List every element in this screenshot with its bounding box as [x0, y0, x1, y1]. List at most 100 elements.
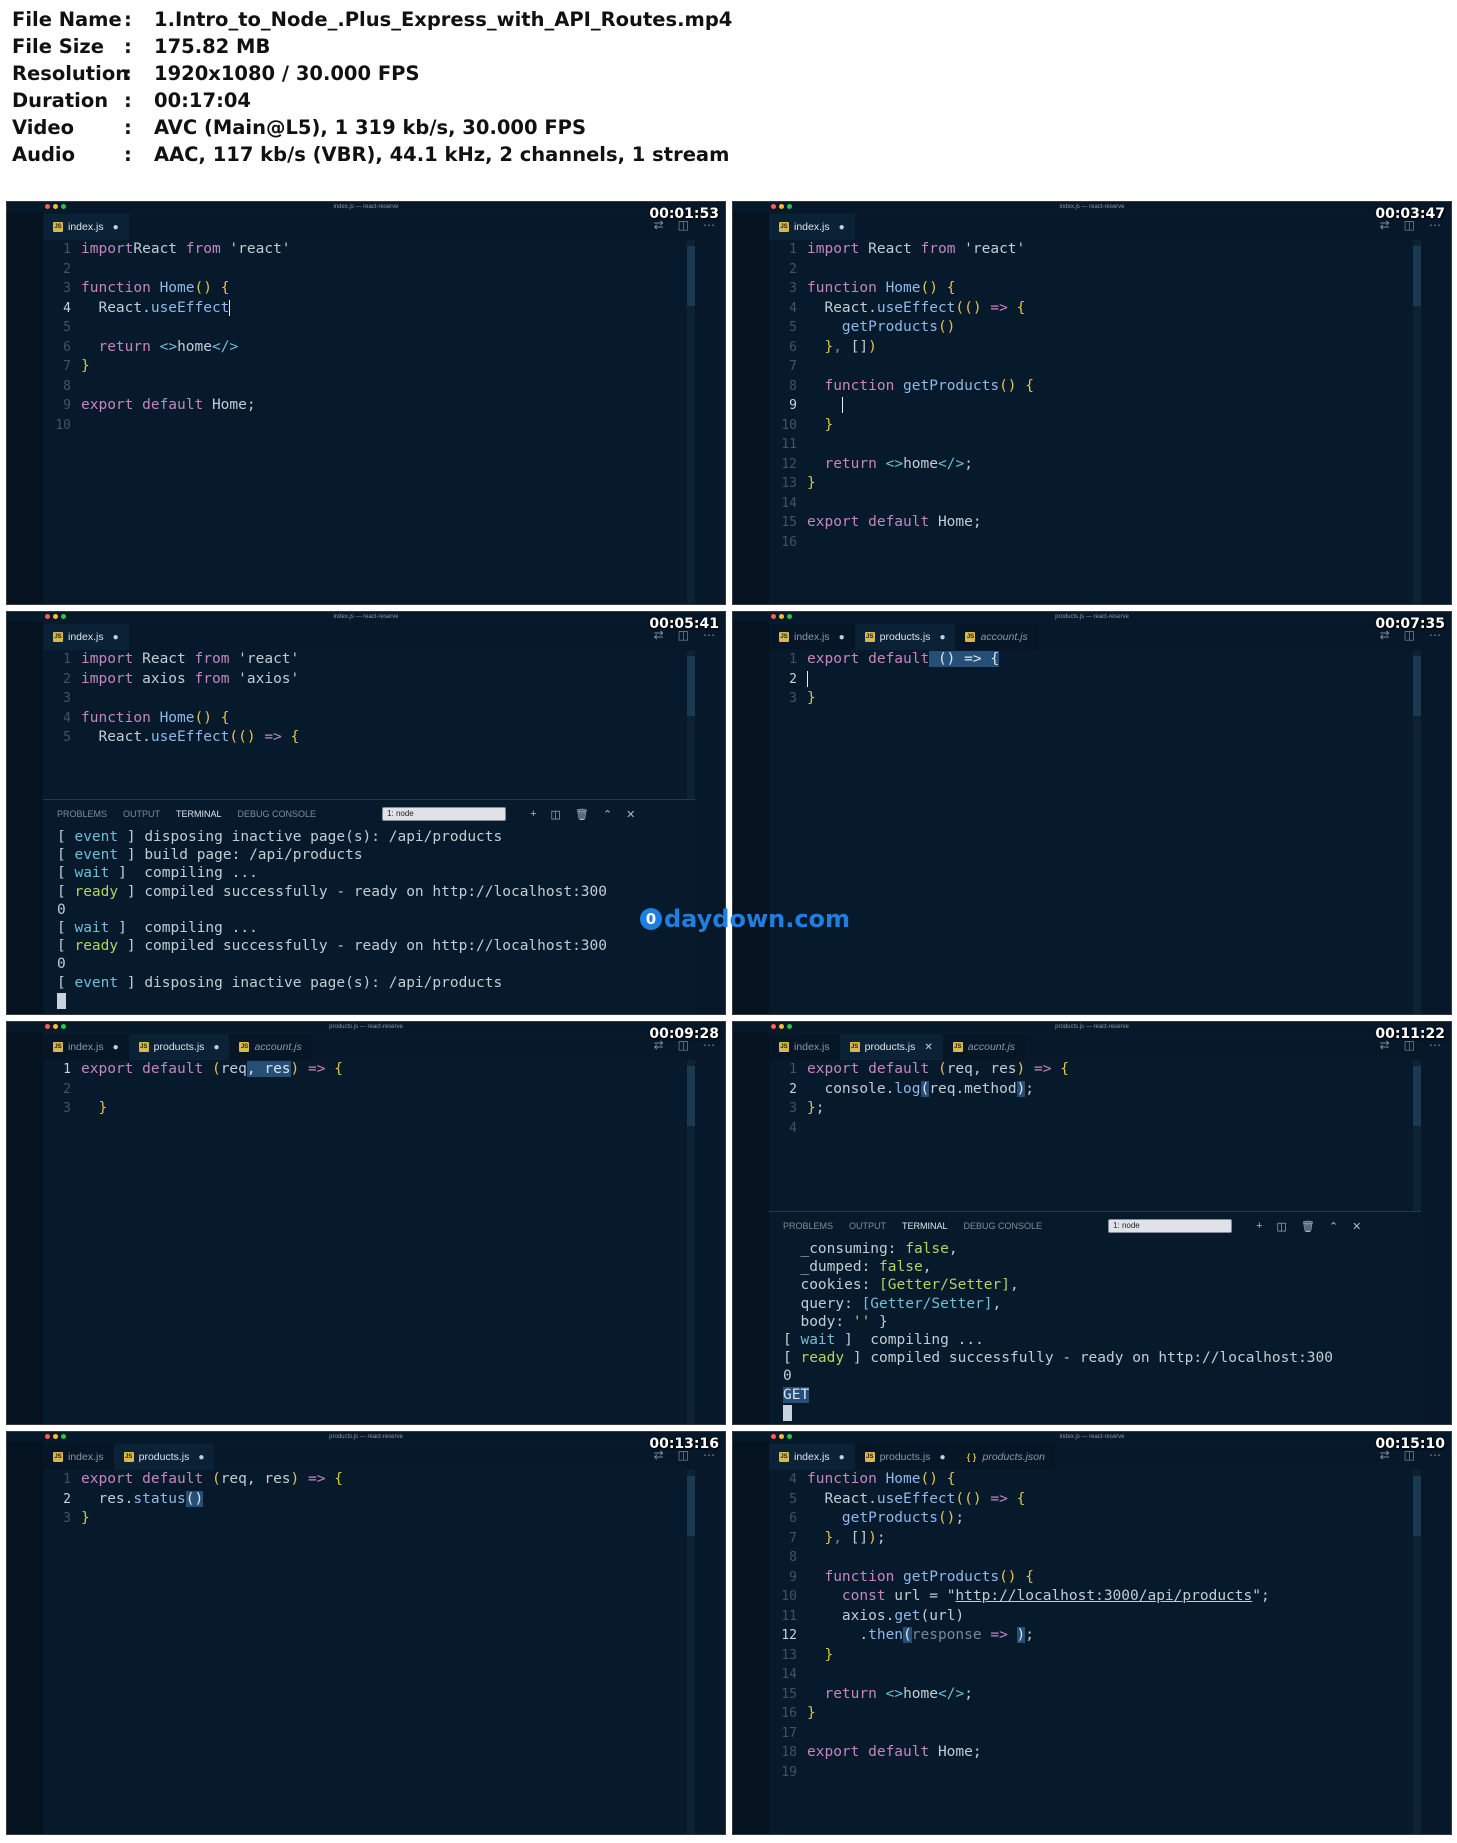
panel-tab[interactable]: DEBUG CONSOLE [964, 1221, 1043, 1231]
code-token: home [903, 1685, 938, 1702]
split-terminal-icon[interactable]: ◫ [551, 808, 561, 821]
code-token: ) [972, 1490, 982, 1507]
trash-icon[interactable]: 🗑 [575, 808, 589, 821]
terminal-select[interactable]: 1: node [1108, 1219, 1233, 1233]
terminal-token: '' [852, 1313, 871, 1330]
code-token: { [1025, 377, 1035, 394]
minimap[interactable] [695, 650, 725, 1014]
editor-tab[interactable]: JS products.js ✕ [839, 1034, 943, 1060]
editor-tab[interactable]: JS index.js ● [43, 1034, 129, 1060]
scrollbar-thumb[interactable] [687, 1476, 695, 1536]
panel-tab[interactable]: OUTPUT [123, 809, 160, 819]
code-token: ) [1016, 1627, 1026, 1643]
code-token: console. [807, 1080, 895, 1097]
terminal-output[interactable]: [ event ] disposing inactive page(s): /a… [43, 828, 695, 1010]
editor-tab-bar: JS index.js ● [43, 624, 725, 650]
code-editor[interactable]: 1 export default () => {2 3} [769, 650, 1421, 1014]
editor-scrollbar[interactable] [1413, 650, 1421, 1014]
editor-tab[interactable]: JS account.js [955, 624, 1038, 650]
code-text: }, []) [807, 338, 876, 358]
minimap[interactable] [695, 1060, 725, 1424]
line-number: 9 [789, 398, 797, 413]
code-token: , res [246, 1061, 291, 1077]
scrollbar-thumb[interactable] [1413, 1066, 1421, 1126]
code-text: } [807, 1704, 816, 1724]
code-editor[interactable]: 1 export default (req, res) => {2 res.sta… [43, 1470, 695, 1834]
new-terminal-icon[interactable]: + [1256, 1220, 1262, 1233]
editor-tab[interactable]: JS account.js [942, 1034, 1026, 1060]
activity-bar [7, 1442, 43, 1834]
minimap[interactable] [1421, 240, 1451, 604]
editor-tab[interactable]: JS products.js ● [854, 1444, 956, 1470]
watermark-logo-icon: 0 [640, 908, 662, 930]
editor-tab[interactable]: JS index.js ● [43, 624, 129, 650]
scrollbar-thumb[interactable] [687, 246, 695, 306]
file-info-separator: : [124, 62, 132, 85]
close-tab-icon[interactable]: ✕ [924, 1042, 932, 1053]
code-editor[interactable]: 1 import React from 'react' 2 3 function Hom… [769, 240, 1421, 604]
editor-scrollbar[interactable] [1413, 1470, 1421, 1834]
panel-tab[interactable]: OUTPUT [849, 1221, 886, 1231]
split-terminal-icon[interactable]: ◫ [1277, 1220, 1287, 1233]
code-editor[interactable]: 1 importReact from 'react' 2 3 function Home… [43, 240, 695, 604]
editor-tab[interactable]: JS account.js [229, 1034, 312, 1060]
window-titlebar: products.js — react-reserve [7, 1432, 725, 1442]
editor-tab[interactable]: { } products.json [955, 1444, 1055, 1470]
panel-tab[interactable]: TERMINAL [176, 809, 222, 819]
minimap[interactable] [695, 240, 725, 604]
editor-tab[interactable]: JS index.js [43, 1444, 114, 1470]
minimap[interactable] [1421, 1470, 1451, 1834]
maximize-panel-icon[interactable]: ⌃ [603, 808, 612, 821]
scrollbar-thumb[interactable] [1413, 1476, 1421, 1536]
panel-tab[interactable]: PROBLEMS [57, 809, 107, 819]
code-token: import [81, 241, 134, 257]
unsaved-dot-icon: ● [213, 1041, 220, 1053]
scrollbar-thumb[interactable] [687, 656, 695, 716]
editor-tab[interactable]: JS index.js ● [43, 214, 129, 240]
scrollbar-thumb[interactable] [1413, 656, 1421, 716]
editor-tab[interactable]: JS index.js ● [769, 1444, 855, 1470]
code-editor[interactable]: 1 export default (req, res) => {2 3 } [43, 1060, 695, 1424]
video-frame: products.js — react-reserve 00:11:22 JS ind… [732, 1021, 1452, 1425]
close-panel-icon[interactable]: ✕ [626, 808, 635, 821]
line-number: 2 [789, 1081, 797, 1097]
frame-timestamp: 00:15:10 [1375, 1436, 1445, 1452]
new-terminal-icon[interactable]: + [530, 808, 536, 821]
panel-tab[interactable]: PROBLEMS [783, 1221, 833, 1231]
terminal-select[interactable]: 1: node [382, 807, 507, 821]
file-info-value: AVC (Main@L5), 1 319 kb/s, 30.000 FPS [154, 116, 586, 139]
line-number: 13 [781, 1647, 797, 1663]
video-frame: products.js — react-reserve 00:13:16 JS ind… [6, 1431, 726, 1835]
editor-tab[interactable]: JS products.js ● [854, 624, 956, 650]
maximize-panel-icon[interactable]: ⌃ [1329, 1220, 1338, 1233]
editor-tab[interactable]: JS index.js ● [769, 624, 855, 650]
panel-tab[interactable]: TERMINAL [902, 1221, 948, 1231]
editor-tab[interactable]: JS index.js [769, 1034, 840, 1060]
code-token: export default [807, 514, 930, 530]
file-info-row: Resolution:1920x1080 / 30.000 FPS [12, 60, 732, 87]
editor-scrollbar[interactable] [1413, 240, 1421, 604]
code-token: 'react' [955, 241, 1026, 257]
trash-icon[interactable]: 🗑 [1301, 1220, 1315, 1233]
code-editor[interactable]: 4 function Home() {5 React.useEffect(() =… [769, 1470, 1421, 1834]
editor-tab-label: account.js [967, 1041, 1016, 1053]
editor-tab[interactable]: JS index.js ● [769, 214, 855, 240]
terminal-output[interactable]: _consuming: false, _dumped: false, cooki… [769, 1240, 1421, 1422]
minimap[interactable] [695, 1470, 725, 1834]
editor-scrollbar[interactable] [687, 240, 695, 604]
panel-tab[interactable]: DEBUG CONSOLE [238, 809, 317, 819]
window-title: products.js — react-reserve [1055, 1024, 1129, 1030]
minimap[interactable] [1421, 1060, 1451, 1424]
minimap[interactable] [1421, 650, 1451, 1014]
code-token: Home; [203, 397, 256, 413]
scrollbar-thumb[interactable] [1413, 246, 1421, 306]
editor-tab[interactable]: JS products.js ● [113, 1444, 215, 1470]
editor-scrollbar[interactable] [687, 1060, 695, 1424]
editor-tab[interactable]: JS products.js ● [128, 1034, 230, 1060]
scrollbar-thumb[interactable] [687, 1066, 695, 1126]
close-panel-icon[interactable]: ✕ [1352, 1220, 1361, 1233]
editor-scrollbar[interactable] [687, 1470, 695, 1834]
terminal-token: [ [57, 938, 75, 955]
